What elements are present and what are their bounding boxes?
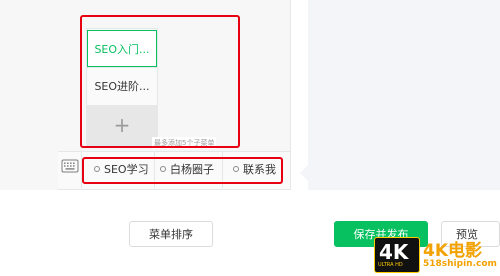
- watermark-uhd-text: ULTRA HD: [378, 262, 403, 268]
- menu-settings-panel: [308, 0, 500, 190]
- menubar-highlight-box: [82, 157, 283, 184]
- watermark-badge: 4K ULTRA HD: [374, 237, 420, 273]
- keyboard-icon[interactable]: [60, 157, 80, 175]
- watermark-title: 4K电影: [423, 241, 483, 261]
- submenu-highlight-box: [80, 15, 240, 148]
- watermark-url: 518shipin.com: [423, 259, 497, 269]
- menu-sort-button[interactable]: 菜单排序: [129, 221, 213, 247]
- panel-pointer-arrow: [300, 165, 308, 181]
- watermark-logo: 4K ULTRA HD 4K电影 518shipin.com: [374, 234, 498, 274]
- watermark-4k-text: 4K: [379, 240, 409, 264]
